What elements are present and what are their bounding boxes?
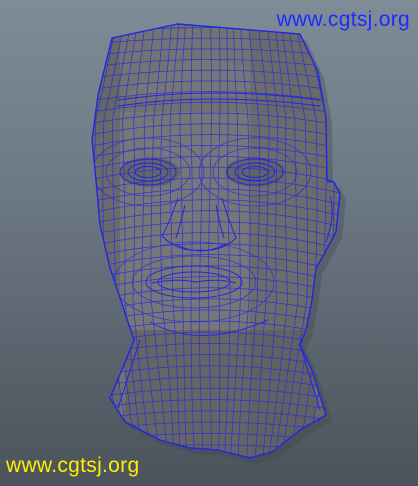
watermark-bottom-left: www.cgtsj.org (6, 454, 140, 477)
3d-viewport[interactable]: www.cgtsj.org www.cgtsj.org (0, 0, 418, 486)
watermark-top-right: www.cgtsj.org (276, 8, 410, 31)
head-wireframe-model[interactable] (0, 0, 418, 486)
